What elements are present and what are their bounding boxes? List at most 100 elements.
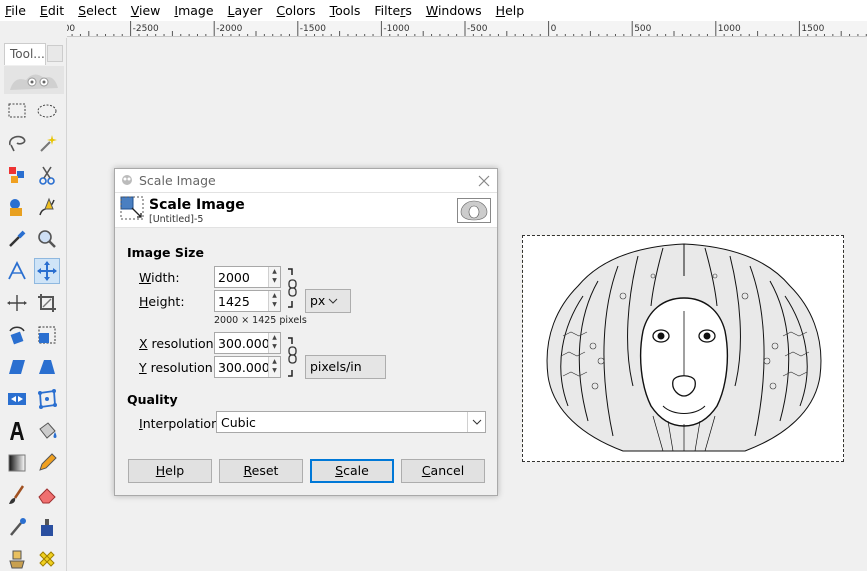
flip-icon[interactable] [4,386,30,412]
menu-tools[interactable]: Tools [323,0,368,21]
resolution-chain-link-icon[interactable] [287,336,299,378]
close-icon[interactable] [471,170,497,192]
menu-layer[interactable]: Layer [221,0,270,21]
width-input[interactable]: 2000 ▲ ▼ [214,266,281,288]
toolbox-tab[interactable]: Tool... [4,43,46,65]
ink-icon[interactable] [34,514,60,540]
chevron-down-icon[interactable] [467,412,485,432]
x-resolution-input[interactable]: 300.000 ▲ ▼ [214,332,281,354]
menu-image[interactable]: Image [167,0,220,21]
shear-icon[interactable] [4,354,30,380]
horizontal-ruler[interactable]: -3000 -2500 -2000 -1500 -1000 -500 0 500 1000 150… [67,21,867,37]
rect-select-icon[interactable] [4,98,30,124]
scale-icon[interactable] [34,322,60,348]
measure-icon[interactable] [4,258,30,284]
cancel-button[interactable]: Cancel [401,459,485,483]
dialog-titlebar[interactable]: Scale Image [115,169,497,193]
blend-icon[interactable] [4,450,30,476]
reset-button[interactable]: Reset [219,459,303,483]
free-select-icon[interactable] [4,130,30,156]
toolbox-panel: Tool... [0,38,67,571]
width-label-accel: W [139,270,152,285]
menu-help[interactable]: Help [489,0,532,21]
x-resolution-value: 300.000 [218,336,270,351]
menu-bar: File Edit Select View Image Layer Colors Tools F… [0,0,867,21]
select-by-color-icon[interactable] [4,162,30,188]
toolbox-tab-secondary[interactable] [47,45,63,62]
height-value: 1425 [218,294,250,309]
ruler-label: -500 [467,24,488,34]
zoom-icon[interactable] [34,226,60,252]
interpolation-select[interactable]: Cubic [216,411,486,433]
y-resolution-value: 300.000 [218,360,270,375]
cancel-button-label: Cancel [421,463,465,478]
height-spin-arrows[interactable]: ▲ ▼ [268,291,280,311]
y-resolution-input[interactable]: 300.000 ▲ ▼ [214,356,281,378]
image-thumbnail [457,198,491,223]
help-button[interactable]: Help [128,459,212,483]
crop-icon[interactable] [34,290,60,316]
height-input[interactable]: 1425 ▲ ▼ [214,290,281,312]
y-resolution-spin-arrows[interactable]: ▲ ▼ [268,357,280,377]
heal-icon[interactable] [34,546,60,571]
fuzzy-select-icon[interactable] [34,130,60,156]
x-resolution-accel: X [139,336,148,351]
ruler-label: 1500 [801,24,824,34]
x-resolution-label: X resolution: [139,336,218,351]
menu-filters[interactable]: Filters [367,0,418,21]
y-resolution-label-rest: resolution: [146,360,217,375]
ruler-label: -1500 [300,24,326,34]
menu-select[interactable]: Select [71,0,124,21]
text-icon[interactable] [4,418,30,444]
scissors-select-icon[interactable] [34,162,60,188]
paintbrush-icon[interactable] [4,482,30,508]
dialog-header: Scale Image [Untitled]-5 [115,193,497,228]
scale-button-label: Scale [335,463,369,478]
interpolation-value: Cubic [221,415,256,430]
ellipse-select-icon[interactable] [34,98,60,124]
x-resolution-label-rest: resolution: [147,336,218,351]
size-unit-select[interactable]: px [305,289,351,313]
help-button-label: Help [155,463,185,478]
width-spin-arrows[interactable]: ▲ ▼ [268,267,280,287]
menu-windows[interactable]: Windows [419,0,489,21]
cage-transform-icon[interactable] [34,386,60,412]
size-unit-value: px [310,293,326,308]
move-icon[interactable] [34,258,60,284]
eraser-icon[interactable] [34,482,60,508]
quality-section-title: Quality [127,392,178,407]
menu-file[interactable]: File [0,0,33,21]
menu-colors[interactable]: Colors [269,0,322,21]
interpolation-label-rest: nterpolation: [142,416,224,431]
chevron-down-icon [328,298,338,304]
ruler-label: -3000 [67,24,75,34]
width-label: Width: [139,270,180,285]
ruler-label: 500 [634,24,651,34]
resolution-unit-select[interactable]: pixels/in [305,355,386,379]
x-resolution-spin-arrows[interactable]: ▲ ▼ [268,333,280,353]
perspective-icon[interactable] [34,354,60,380]
resolution-unit-value: pixels/in [310,359,362,374]
image-name: [Untitled]-5 [149,214,204,225]
bucket-fill-icon[interactable] [34,418,60,444]
scale-button[interactable]: Scale [310,459,394,483]
paths-icon[interactable] [34,194,60,220]
image-canvas[interactable] [522,235,844,462]
align-icon[interactable] [4,290,30,316]
width-label-rest: idth: [151,270,180,285]
y-resolution-label: Y resolution: [139,360,217,375]
clone-icon[interactable] [4,546,30,571]
menu-view[interactable]: View [124,0,168,21]
color-picker-icon[interactable] [4,226,30,252]
reset-button-label: Reset [243,463,279,478]
ruler-label: -1000 [383,24,409,34]
menu-edit[interactable]: Edit [33,0,71,21]
image-size-section-title: Image Size [127,245,204,260]
foreground-select-icon[interactable] [4,194,30,220]
pencil-icon[interactable] [34,450,60,476]
size-chain-link-icon[interactable] [287,267,299,309]
ruler-label: 1000 [718,24,741,34]
rotate-icon[interactable] [4,322,30,348]
airbrush-icon[interactable] [4,514,30,540]
ruler-label: 0 [551,24,557,34]
